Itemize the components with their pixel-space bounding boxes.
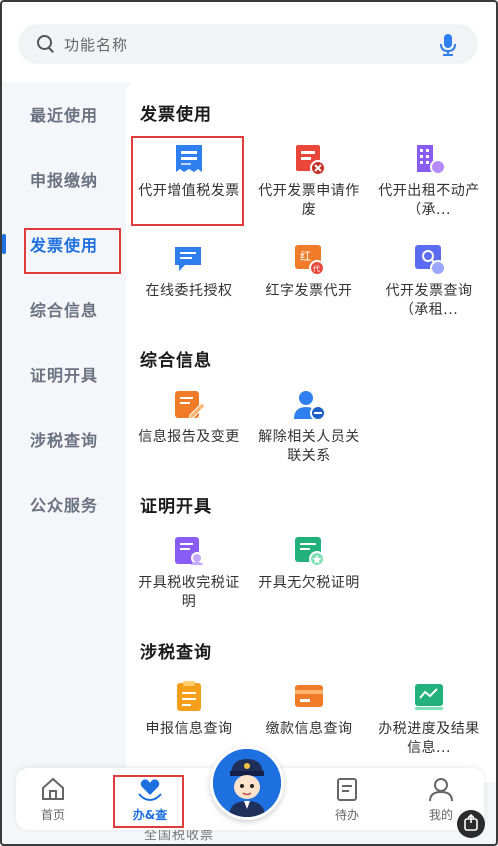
home-icon [42,777,64,800]
search-placeholder: 功能名称 [64,35,129,54]
section-title-invoice: 发票使用 [140,105,212,125]
nav-label: 待办 [334,808,359,822]
tile-label: 在线委托授权 [145,283,233,299]
tile-label: 开具税收完税证明 [138,575,240,610]
sidebar-item-general-info[interactable]: 综合信息 [2,291,126,331]
nav-label: 首页 [40,808,65,822]
tile-label: 代开发票申请作废 [258,183,360,218]
microphone-icon[interactable] [440,33,456,57]
sidebar-item-public-service[interactable]: 公众服务 [2,486,126,526]
tile-info-report-change[interactable]: 信息报告及变更 [130,388,248,484]
tax-officer-mascot-icon [213,749,281,817]
nav-home[interactable]: 首页 [18,768,88,830]
tile-label: 申报信息查询 [145,721,233,737]
svg-text:红: 红 [300,250,311,263]
tile-invoice-query-tenant[interactable]: 代开发票查询（承租... [370,242,488,338]
chat-authorize-icon [175,247,201,271]
sidebar-item-certificate[interactable]: 证明开具 [2,356,126,396]
tile-label: 办税进度及结果信息... [378,721,480,756]
section-title-general-info: 综合信息 [140,351,212,371]
share-icon [464,813,478,831]
highlight-box-nav [113,775,184,828]
progress-query-icon [415,684,443,710]
invoice-void-icon [296,145,326,176]
search-icon [36,34,56,54]
building-icon [417,145,446,175]
payment-query-icon [295,685,323,707]
app-frame: 功能名称 最近使用 申报缴纳 发票使用 综合信息 证明开具 涉税查询 公众服务 … [0,0,498,846]
tile-red-invoice-issue[interactable]: 红 代 红字发票代开 [250,242,368,338]
remove-person-icon [294,391,326,421]
no-arrears-certificate-icon [295,537,325,567]
active-indicator [2,234,6,254]
user-icon [429,778,453,802]
invoice-search-icon [415,245,446,276]
tile-rental-property-invoice[interactable]: 代开出租不动产（承... [370,142,488,238]
tile-tax-paid-certificate[interactable]: 开具税收完税证明 [130,534,248,630]
highlight-box-tile [131,136,244,226]
todo-icon [337,778,357,801]
section-title-certificate: 证明开具 [140,497,212,517]
category-sidebar: 最近使用 申报缴纳 发票使用 综合信息 证明开具 涉税查询 公众服务 [2,82,126,782]
tax-certificate-icon [175,537,203,565]
tile-label: 信息报告及变更 [138,429,240,445]
nav-todo[interactable]: 待办 [312,768,382,830]
tile-progress-result-query[interactable]: 办税进度及结果信息... [370,680,488,776]
search-header: 功能名称 [2,2,496,82]
tile-remove-related-person[interactable]: 解除相关人员关联关系 [250,388,368,484]
sidebar-item-tax-query[interactable]: 涉税查询 [2,421,126,461]
search-input[interactable]: 功能名称 [18,24,478,64]
tile-online-authorization[interactable]: 在线委托授权 [130,242,248,338]
tile-label: 解除相关人员关联关系 [258,429,360,464]
tile-label: 缴款信息查询 [265,721,353,737]
tile-no-arrears-certificate[interactable]: 开具无欠税证明 [250,534,368,630]
section-title-tax-query: 涉税查询 [140,643,212,663]
tile-label: 开具无欠税证明 [258,575,360,591]
floating-action-button[interactable] [457,810,485,838]
sidebar-item-recent[interactable]: 最近使用 [2,96,126,136]
assistant-avatar[interactable] [210,746,284,820]
sidebar-item-declare-pay[interactable]: 申报缴纳 [2,161,126,201]
svg-text:代: 代 [313,264,320,273]
tile-void-invoice-request[interactable]: 代开发票申请作废 [250,142,368,238]
declaration-query-icon [177,681,201,711]
red-invoice-icon: 红 代 [295,245,325,276]
tile-label: 代开发票查询（承租... [385,283,473,318]
tile-label: 红字发票代开 [265,283,353,299]
tile-label: 代开出租不动产（承... [378,183,480,218]
edit-report-icon [175,391,206,420]
highlight-box-sidebar [24,228,121,274]
